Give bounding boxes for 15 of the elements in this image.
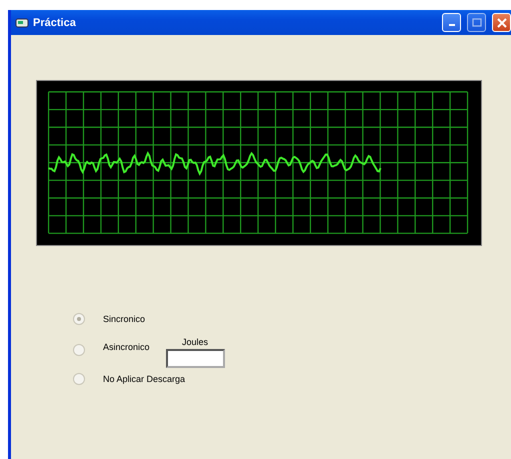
radio-button[interactable] bbox=[73, 313, 85, 325]
window-title: Práctica bbox=[33, 16, 76, 28]
joules-field[interactable] bbox=[166, 349, 225, 368]
joules-label: Joules bbox=[182, 337, 208, 347]
radio-button[interactable] bbox=[73, 344, 85, 356]
option-label: Sincronico bbox=[103, 314, 146, 324]
maximize-icon bbox=[472, 18, 482, 27]
option-label: Asincronico bbox=[103, 342, 150, 354]
radio-button[interactable] bbox=[73, 373, 85, 385]
app-icon bbox=[15, 16, 29, 28]
option-label: No Aplicar Descarga bbox=[103, 374, 186, 384]
minimize-button[interactable] bbox=[442, 13, 461, 32]
maximize-button[interactable] bbox=[467, 13, 486, 32]
close-button[interactable] bbox=[492, 13, 511, 32]
close-icon bbox=[496, 18, 506, 28]
